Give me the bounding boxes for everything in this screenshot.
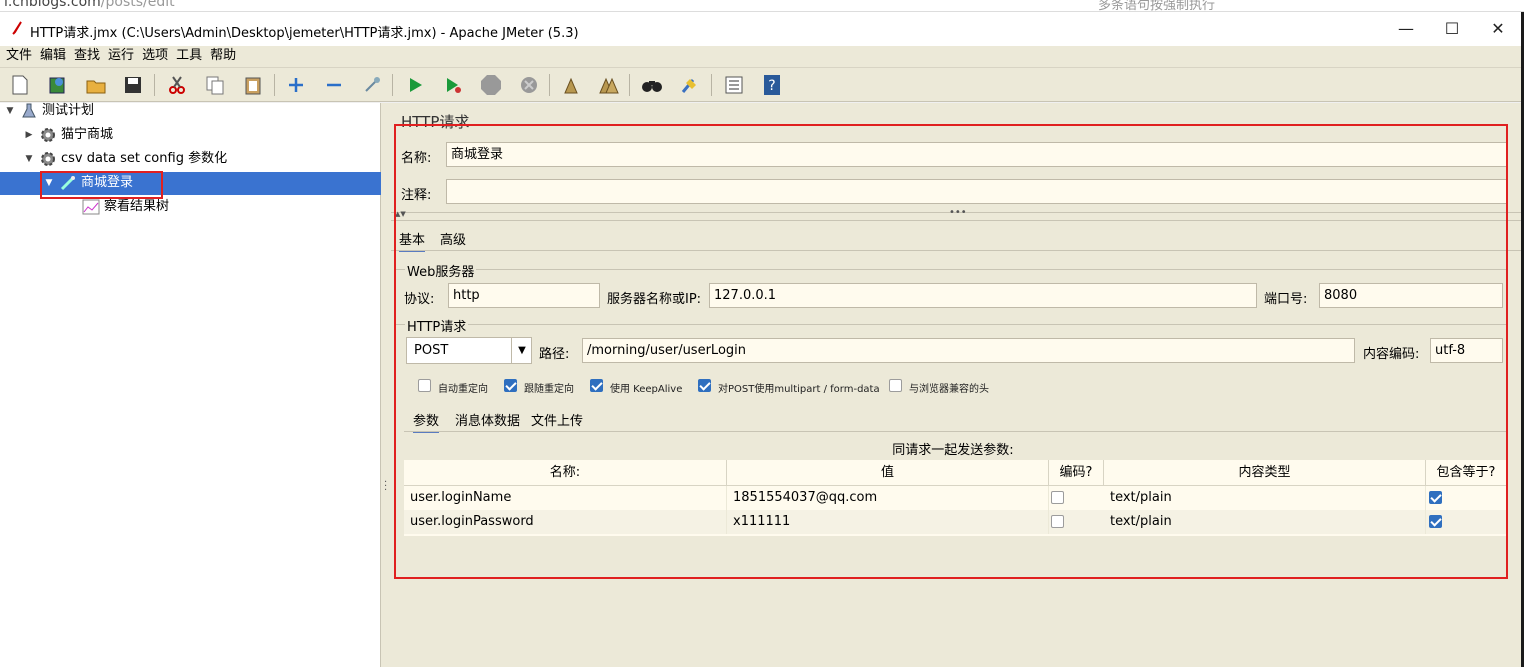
highlight-box-form — [394, 124, 1508, 579]
menu-bar: 文件 编辑 查找 运行 选项 工具 帮助 — [0, 46, 1524, 68]
browser-strip: i.cnblogs.com/posts/edit 多条语句按强制执行 — [0, 0, 1524, 12]
panel-splitter[interactable]: · · · — [381, 103, 391, 667]
flask-icon — [20, 102, 38, 120]
url-host: i.cnblogs.com — [4, 0, 101, 10]
window-title: HTTP请求.jmx (C:\Users\Admin\Desktop\jemet… — [30, 26, 579, 41]
start-no-pause-icon[interactable] — [441, 73, 465, 97]
expand-icon[interactable] — [284, 73, 308, 97]
collapsed-arrow-icon[interactable]: ▶ — [23, 124, 35, 146]
tree-node-csv-config[interactable]: ▼ csv data set config 参数化 — [23, 148, 227, 170]
menu-options[interactable]: 选项 — [138, 46, 172, 66]
collapse-icon[interactable] — [322, 73, 346, 97]
gear-icon — [39, 126, 57, 144]
templates-icon[interactable] — [45, 73, 69, 97]
toolbar: ? — [0, 68, 1524, 102]
svg-text:?: ? — [768, 78, 775, 94]
expand-arrow-icon[interactable]: ▼ — [4, 100, 16, 122]
jmeter-feather-icon — [11, 21, 23, 35]
title-bar: HTTP请求.jmx (C:\Users\Admin\Desktop\jemet… — [0, 12, 1524, 46]
browser-url[interactable]: i.cnblogs.com/posts/edit — [4, 0, 175, 10]
open-icon[interactable] — [84, 73, 108, 97]
menu-search[interactable]: 查找 — [70, 46, 104, 66]
tree-node-thread-group[interactable]: ▶ 猫宁商城 — [23, 124, 113, 146]
menu-run[interactable]: 运行 — [104, 46, 138, 66]
grip-icon: · · · — [384, 477, 388, 496]
shutdown-icon[interactable] — [517, 73, 541, 97]
tree-label: 猫宁商城 — [61, 127, 114, 142]
clear-all-icon[interactable] — [597, 73, 621, 97]
minimize-button[interactable]: — — [1383, 12, 1429, 46]
menu-edit[interactable]: 编辑 — [36, 46, 70, 66]
tree-label: csv data set config 参数化 — [61, 151, 228, 166]
highlight-box-tree-node — [40, 171, 163, 199]
browser-search-hint[interactable]: 多条语句按强制执行 — [1098, 0, 1215, 11]
menu-tools[interactable]: 工具 — [172, 46, 206, 66]
tree-label: 察看结果树 — [104, 199, 170, 214]
help-icon[interactable]: ? — [760, 73, 784, 97]
function-helper-icon[interactable] — [722, 73, 746, 97]
search-icon[interactable] — [640, 73, 664, 97]
expand-arrow-icon[interactable]: ▼ — [23, 148, 35, 170]
save-icon[interactable] — [121, 73, 145, 97]
copy-icon[interactable] — [203, 73, 227, 97]
paste-icon[interactable] — [241, 73, 265, 97]
maximize-button[interactable]: ☐ — [1429, 12, 1475, 46]
start-icon[interactable] — [403, 73, 427, 97]
tree-label: 测试计划 — [42, 103, 95, 118]
toggle-icon[interactable] — [360, 73, 384, 97]
clear-icon[interactable] — [559, 73, 583, 97]
tree-node-test-plan[interactable]: ▼ 测试计划 — [4, 100, 94, 122]
close-button[interactable]: ✕ — [1475, 12, 1521, 46]
reset-search-icon[interactable] — [678, 73, 702, 97]
tree-node-results-tree[interactable]: 察看结果树 — [78, 196, 169, 218]
stop-icon[interactable] — [479, 73, 503, 97]
menu-file[interactable]: 文件 — [2, 46, 36, 66]
cut-icon[interactable] — [165, 73, 189, 97]
graph-icon — [82, 198, 100, 216]
menu-help[interactable]: 帮助 — [206, 46, 240, 66]
gear-icon — [39, 150, 57, 168]
new-icon[interactable] — [8, 73, 32, 97]
url-path: /posts/edit — [100, 0, 175, 10]
